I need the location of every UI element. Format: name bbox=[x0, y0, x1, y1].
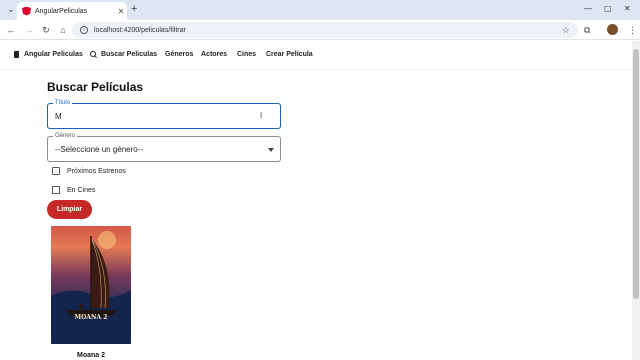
brand-label: Angular Peliculas bbox=[24, 51, 83, 58]
nav-brand[interactable]: Angular Peliculas bbox=[14, 51, 83, 58]
tab-title: AngularPeliculas bbox=[35, 7, 88, 15]
new-tab-icon[interactable]: + bbox=[131, 3, 137, 15]
page-scrollbar[interactable] bbox=[632, 41, 640, 360]
genre-select-value[interactable]: --Seleccione un género-- bbox=[55, 145, 143, 154]
page-title: Buscar Películas bbox=[47, 80, 144, 94]
browser-tab[interactable]: AngularPeliculas ✕ bbox=[17, 2, 127, 20]
close-tab-icon[interactable]: ✕ bbox=[115, 7, 127, 16]
nav-label: Crear Película bbox=[266, 51, 313, 58]
nav-label: Actores bbox=[201, 51, 228, 58]
book-icon bbox=[14, 51, 19, 58]
close-window-icon[interactable]: ✕ bbox=[624, 3, 631, 15]
minimize-icon[interactable]: — bbox=[584, 3, 592, 15]
back-icon[interactable]: ← bbox=[5, 23, 17, 37]
nav-item-actores[interactable]: Actores bbox=[201, 51, 227, 58]
extensions-icon[interactable]: ⧉ bbox=[584, 23, 590, 37]
nav-item-cines[interactable]: Cines bbox=[237, 51, 256, 58]
text-cursor-icon: I bbox=[260, 111, 263, 120]
checkbox-en-cines[interactable]: En Cines bbox=[52, 186, 95, 194]
home-icon[interactable]: ⌂ bbox=[57, 23, 69, 37]
address-bar[interactable]: i localhost:4200/peliculas/filtrar ☆ bbox=[72, 22, 578, 38]
title-field-label: Título bbox=[53, 99, 73, 107]
nav-item-crear-pelicula[interactable]: Crear Película bbox=[266, 51, 313, 58]
checkbox-label: En Cines bbox=[67, 186, 96, 194]
clear-button[interactable]: Limpiar bbox=[47, 200, 92, 219]
movie-poster[interactable]: MOANA 2 bbox=[51, 226, 131, 344]
angular-favicon-icon bbox=[22, 6, 31, 16]
title-input[interactable]: M bbox=[55, 112, 62, 121]
movie-title[interactable]: Moana 2 bbox=[51, 352, 131, 359]
menu-icon[interactable]: ⋮ bbox=[628, 23, 637, 37]
nav-item-buscar[interactable]: Buscar Peliculas bbox=[90, 51, 157, 58]
nav-label: Géneros bbox=[165, 51, 194, 58]
tab-search-icon[interactable]: ⌄ bbox=[5, 3, 17, 15]
url-text[interactable]: localhost:4200/peliculas/filtrar bbox=[94, 27, 562, 34]
forward-icon[interactable]: → bbox=[23, 23, 35, 37]
dropdown-arrow-icon[interactable] bbox=[268, 148, 274, 152]
poster-title-text: MOANA 2 bbox=[74, 314, 108, 321]
maximize-icon[interactable]: ▢ bbox=[604, 3, 612, 15]
checkbox-label: Próximos Estrenos bbox=[67, 167, 126, 175]
genre-select[interactable]: Género --Seleccione un género-- bbox=[47, 132, 281, 162]
checkbox-proximos-estrenos[interactable]: Próximos Estrenos bbox=[52, 167, 126, 175]
browser-tab-bar: ⌄ AngularPeliculas ✕ + — ▢ ✕ bbox=[0, 0, 640, 20]
bookmark-star-icon[interactable]: ☆ bbox=[562, 25, 570, 36]
nav-label: Buscar Peliculas bbox=[101, 51, 158, 58]
nav-label: Cines bbox=[237, 51, 257, 58]
browser-toolbar: ← → ↻ ⌂ i localhost:4200/peliculas/filtr… bbox=[0, 20, 640, 40]
genre-field-label: Género bbox=[53, 132, 78, 140]
app-navbar: Angular Peliculas Buscar Peliculas Géner… bbox=[0, 41, 632, 70]
site-info-icon[interactable]: i bbox=[80, 26, 88, 34]
reload-icon[interactable]: ↻ bbox=[40, 23, 52, 37]
profile-avatar[interactable] bbox=[607, 24, 618, 35]
checkbox-box[interactable] bbox=[52, 167, 60, 175]
scrollbar-thumb[interactable] bbox=[633, 49, 639, 299]
poster-artwork bbox=[51, 231, 131, 344]
checkbox-box[interactable] bbox=[52, 186, 60, 194]
title-field[interactable]: Título M I bbox=[47, 99, 281, 129]
search-icon bbox=[90, 51, 97, 58]
nav-item-generos[interactable]: Géneros bbox=[165, 51, 193, 58]
